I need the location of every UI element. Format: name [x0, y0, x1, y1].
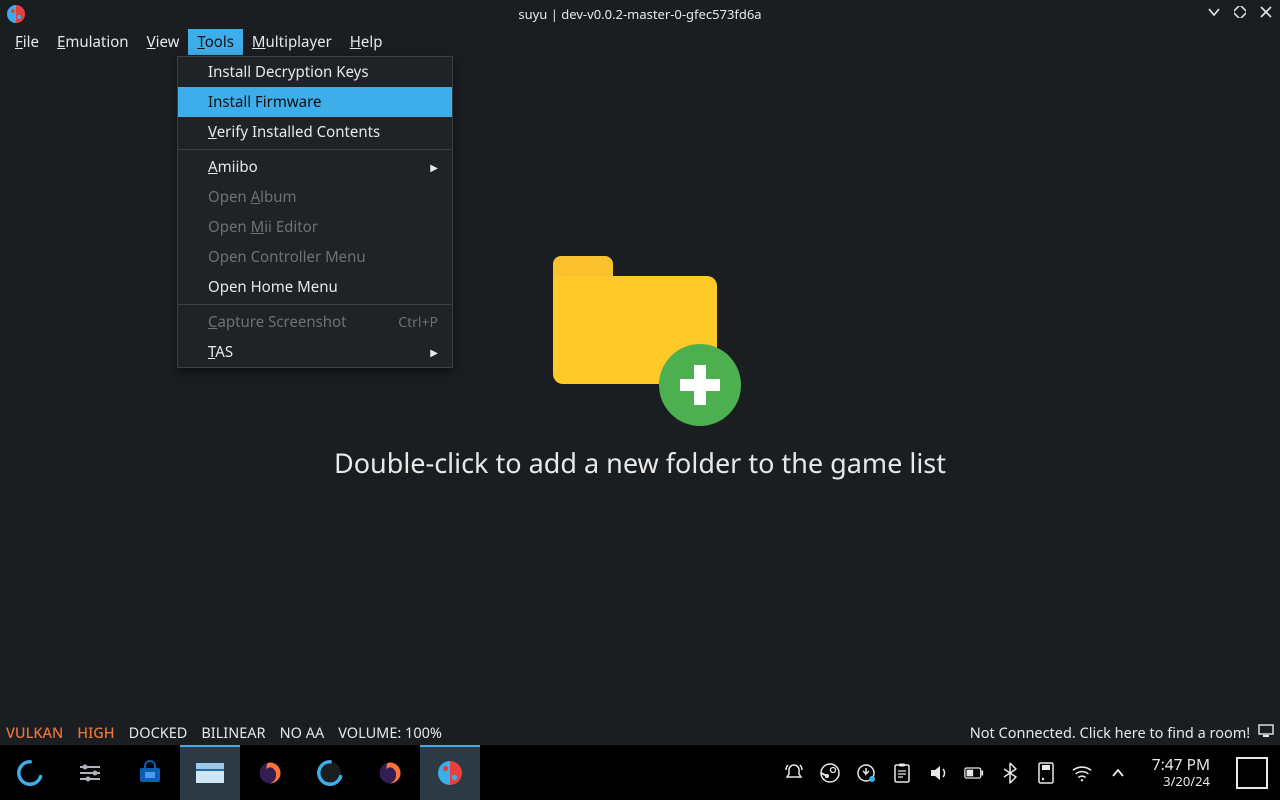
- app-window: suyu | dev-v0.0.2-master-0-gfec573fd6a F…: [0, 0, 1280, 745]
- window-title: suyu | dev-v0.0.2-master-0-gfec573fd6a: [518, 5, 761, 23]
- taskbar-firefox-2[interactable]: [360, 745, 420, 800]
- empty-prompt: Double-click to add a new folder to the …: [334, 444, 946, 481]
- update-icon[interactable]: [856, 763, 876, 783]
- battery-icon[interactable]: [964, 763, 984, 783]
- taskbar-filemanager[interactable]: [180, 745, 240, 800]
- status-renderer[interactable]: VULKAN: [6, 723, 63, 743]
- wifi-icon[interactable]: [1072, 763, 1092, 783]
- taskbar-firefox-1[interactable]: [240, 745, 300, 800]
- maximize-button[interactable]: [1230, 2, 1250, 22]
- menu-multiplayer[interactable]: Multiplayer: [243, 29, 341, 55]
- status-gpu[interactable]: HIGH: [77, 723, 114, 743]
- menu-view[interactable]: View: [138, 29, 189, 55]
- room-icon: [1258, 724, 1274, 738]
- clock-date: 3/20/24: [1152, 774, 1210, 789]
- taskbar-suyu[interactable]: [420, 745, 480, 800]
- volume-icon[interactable]: [928, 763, 948, 783]
- status-dock[interactable]: DOCKED: [129, 723, 188, 743]
- taskbar-settings[interactable]: [60, 745, 120, 800]
- status-aa[interactable]: NO AA: [280, 723, 325, 743]
- window-controls: [1204, 2, 1276, 22]
- menu-tools[interactable]: Tools: [188, 29, 243, 55]
- show-desktop-button[interactable]: [1236, 757, 1268, 789]
- taskbar-store[interactable]: [120, 745, 180, 800]
- system-tray: 7:47 PM 3/20/24: [784, 756, 1280, 789]
- status-volume[interactable]: VOLUME: 100%: [338, 723, 442, 743]
- clock[interactable]: 7:47 PM 3/20/24: [1152, 756, 1210, 789]
- clipboard-icon[interactable]: [892, 763, 912, 783]
- menubar: FileEmulationViewToolsMultiplayerHelp: [0, 28, 1280, 56]
- menu-emulation[interactable]: Emulation: [48, 29, 138, 55]
- status-multiplayer[interactable]: Not Connected. Click here to find a room…: [970, 723, 1274, 743]
- taskbar-app-alt[interactable]: [300, 745, 360, 800]
- app-icon: [6, 4, 26, 24]
- desktop-taskbar: 7:47 PM 3/20/24: [0, 745, 1280, 800]
- notifications-icon[interactable]: [784, 763, 804, 783]
- taskbar-pinned: [0, 745, 480, 800]
- menu-help[interactable]: Help: [341, 29, 392, 55]
- menu-file[interactable]: File: [6, 29, 48, 55]
- taskbar-app-launcher[interactable]: [0, 745, 60, 800]
- minimize-button[interactable]: [1204, 2, 1224, 22]
- titlebar: suyu | dev-v0.0.2-master-0-gfec573fd6a: [0, 0, 1280, 28]
- steam-icon[interactable]: [820, 763, 840, 783]
- close-button[interactable]: [1256, 2, 1276, 22]
- main-content[interactable]: Double-click to add a new folder to the …: [0, 56, 1280, 721]
- statusbar: VULKAN HIGH DOCKED BILINEAR NO AA VOLUME…: [0, 721, 1280, 745]
- disk-icon[interactable]: [1036, 763, 1056, 783]
- status-filter[interactable]: BILINEAR: [201, 723, 265, 743]
- add-folder-icon: [553, 256, 727, 412]
- chevron-up-icon[interactable]: [1108, 763, 1128, 783]
- bluetooth-icon[interactable]: [1000, 763, 1020, 783]
